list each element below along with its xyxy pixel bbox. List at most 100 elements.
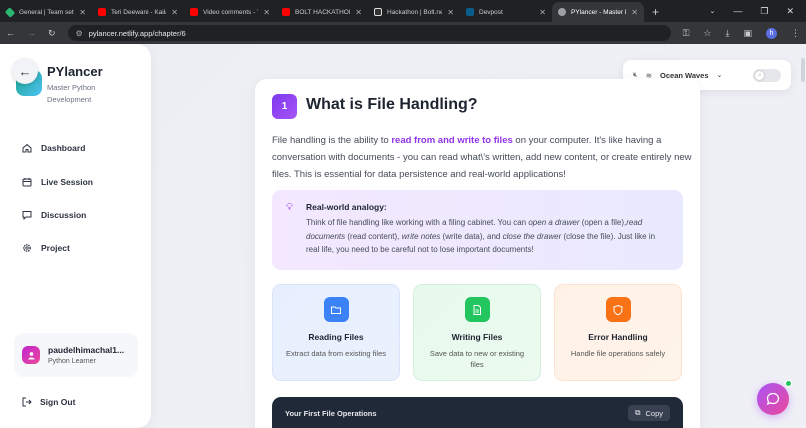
url-field[interactable]: ⚙ pylancer.netlify.app/chapter/6 — [67, 25, 671, 41]
favicon-icon — [4, 6, 16, 18]
code-block: Your First File Operations ⧉ Copy — [272, 397, 683, 428]
page: ← PYlancer Master Python Development Das… — [0, 44, 806, 428]
copy-label: Copy — [645, 408, 663, 418]
browser-tab[interactable]: General | Team settin ✕ — [0, 2, 92, 22]
extensions-icon[interactable]: ▣ — [743, 28, 752, 39]
user-avatar — [22, 346, 40, 364]
nav-project[interactable]: Project — [22, 243, 70, 253]
devpost-icon — [466, 8, 474, 16]
browser-tab[interactable]: Teri Deewani - Kailas ✕ — [92, 2, 184, 22]
music-icon: ♫ — [755, 70, 764, 80]
folder-open-icon — [323, 297, 349, 322]
close-icon[interactable]: ✕ — [263, 8, 270, 17]
close-icon[interactable]: ✕ — [631, 8, 638, 17]
analogy-segment: (read content), — [345, 231, 402, 241]
analogy-segment: (write data), and — [440, 231, 503, 241]
url-text: pylancer.netlify.app/chapter/6 — [88, 28, 186, 38]
tab-title: Hackathon | Bolt.new — [387, 8, 443, 16]
back-arrow-icon[interactable]: ← — [12, 58, 38, 84]
tab-search-icon[interactable]: ⌄ — [710, 7, 716, 15]
close-icon[interactable]: ✕ — [79, 8, 86, 17]
feature-desc: Extract data from existing files — [285, 349, 387, 358]
youtube-icon — [282, 8, 290, 16]
copy-button[interactable]: ⧉ Copy — [628, 405, 670, 421]
nav-dashboard[interactable]: Dashboard — [22, 143, 85, 153]
online-status-dot — [785, 380, 792, 387]
copy-icon: ⧉ — [635, 408, 641, 417]
youtube-icon — [98, 8, 106, 16]
nav-label: Dashboard — [41, 143, 86, 153]
browser-tab[interactable]: BOLT HACKATHON !! ✕ — [276, 2, 368, 22]
site-info-icon[interactable]: ⚙ — [76, 29, 83, 38]
forward-icon[interactable]: → — [27, 28, 36, 38]
maximize-button[interactable]: ❐ — [760, 6, 768, 17]
window-controls: ⌄ — ❐ ✕ — [710, 0, 806, 22]
user-role: Python Learner — [48, 358, 96, 365]
close-icon[interactable]: ✕ — [539, 8, 546, 17]
close-window-button[interactable]: ✕ — [786, 6, 794, 17]
minimize-button[interactable]: — — [733, 6, 742, 16]
close-icon[interactable]: ✕ — [447, 8, 454, 17]
menu-icon[interactable]: ⋮ — [791, 28, 800, 39]
tab-title: Devpost — [479, 8, 503, 16]
reload-icon[interactable]: ↻ — [48, 28, 56, 39]
nav-live-session[interactable]: Live Session — [22, 177, 93, 187]
feature-card-error: Error Handling Handle file operations sa… — [554, 284, 682, 381]
nav-discussion[interactable]: Discussion — [22, 210, 86, 220]
user-card[interactable]: paudelhimachal1... Python Learner — [14, 333, 138, 377]
download-icon[interactable]: ⤓ — [726, 28, 730, 39]
code-title: Your First File Operations — [285, 409, 377, 418]
browser-tab[interactable]: Video comments - Yo ✕ — [184, 2, 276, 22]
sign-out-button[interactable]: Sign Out — [22, 397, 75, 407]
intro-highlight: read from and write to files — [391, 135, 513, 146]
new-tab-button[interactable]: + — [644, 5, 667, 22]
calendar-icon — [22, 178, 32, 187]
feature-card-reading: Reading Files Extract data from existing… — [272, 284, 400, 381]
feature-desc: Save data to new or existing files — [429, 349, 525, 369]
nav-label: Project — [41, 243, 70, 253]
user-icon — [27, 351, 35, 360]
logout-icon — [22, 397, 32, 407]
youtube-icon — [190, 8, 198, 16]
feature-title: Reading Files — [308, 332, 364, 342]
analogy-box: 💡︎ Real-world analogy: Think of file han… — [272, 190, 683, 270]
shield-icon — [605, 297, 631, 322]
feature-title: Writing Files — [451, 332, 503, 342]
bookmark-star-icon[interactable]: ☆ — [703, 28, 711, 39]
lesson-card: 1 What is File Handling? File handling i… — [255, 79, 700, 428]
browser-tab[interactable]: Devpost ✕ — [460, 2, 552, 22]
lightbulb-icon: 💡︎ — [286, 202, 293, 213]
sidebar: ← PYlancer Master Python Development Das… — [0, 44, 151, 428]
chat-bubble-icon — [766, 392, 780, 406]
audio-toggle[interactable]: ♫ — [753, 68, 781, 82]
chat-button[interactable] — [757, 383, 789, 415]
analogy-segment: (open a file), — [579, 218, 627, 227]
tab-title: BOLT HACKATHON !! — [295, 8, 351, 16]
scrollbar[interactable] — [801, 58, 805, 82]
section-title: What is File Handling? — [306, 96, 478, 113]
analogy-title: Real-world analogy: — [306, 202, 387, 212]
feature-title: Error Handling — [588, 332, 648, 342]
section-number-badge: 1 — [272, 94, 297, 119]
analogy-emphasis: close the drawer — [502, 231, 562, 241]
back-icon[interactable]: ← — [6, 28, 15, 38]
feature-desc: Handle file operations safely — [570, 349, 666, 358]
home-icon — [22, 143, 32, 153]
file-text-icon — [464, 297, 490, 322]
analogy-emphasis: write notes — [401, 231, 441, 241]
brand-subtitle: Master Python Development — [47, 83, 96, 104]
tab-title: PYlancer - Master Py — [571, 8, 627, 16]
close-icon[interactable]: ✕ — [171, 8, 178, 17]
tab-title: Teri Deewani - Kailas — [111, 8, 167, 16]
profile-avatar[interactable]: h — [766, 27, 777, 39]
analogy-emphasis: open a drawer — [528, 218, 580, 227]
browser-tab-active[interactable]: PYlancer - Master Py ✕ — [552, 2, 644, 22]
browser-tab[interactable]: Hackathon | Bolt.new ✕ — [368, 2, 460, 22]
chevron-down-icon[interactable]: ⌄ — [717, 71, 723, 79]
close-icon[interactable]: ✕ — [355, 8, 362, 17]
message-icon — [22, 211, 32, 220]
password-key-icon[interactable]: ⚿ — [683, 28, 690, 39]
bolt-icon — [374, 8, 382, 16]
tab-title: Video comments - Yo — [203, 8, 259, 16]
feature-card-writing: Writing Files Save data to new or existi… — [413, 284, 541, 381]
